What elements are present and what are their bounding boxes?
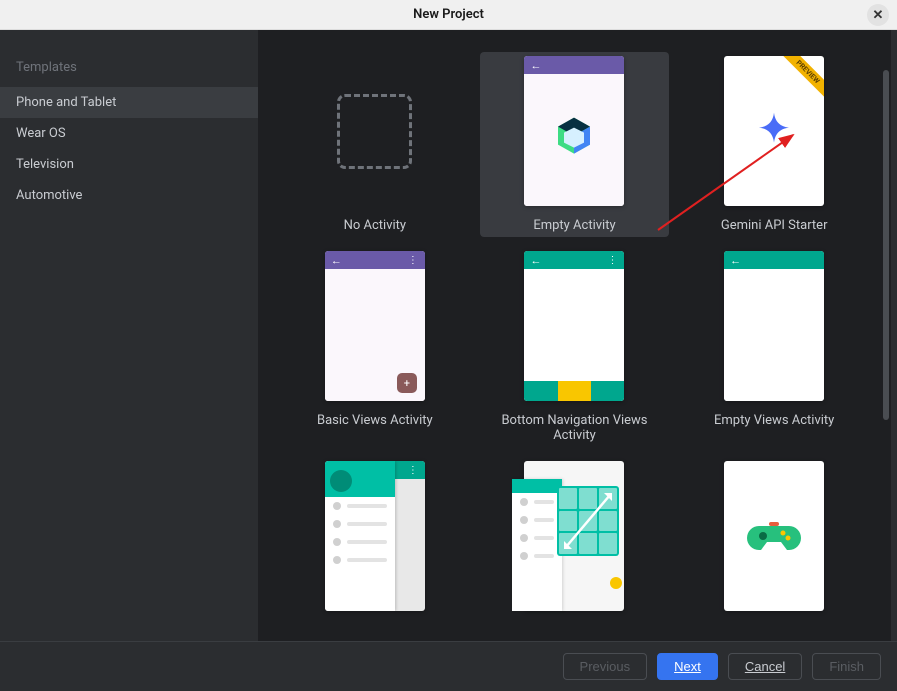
list-item xyxy=(325,551,395,569)
thumb-body xyxy=(524,74,624,206)
sidebar-item-label: Television xyxy=(16,157,74,172)
list-item xyxy=(325,497,395,515)
sidebar-item-wear-os[interactable]: Wear OS xyxy=(0,118,258,149)
sidebar-item-label: Phone and Tablet xyxy=(16,95,116,110)
template-label: Empty Activity xyxy=(533,218,615,233)
thumb-body xyxy=(524,269,624,401)
cancel-button[interactable]: Cancel xyxy=(728,653,802,680)
drawer-panel-icon xyxy=(325,461,395,611)
gamepad-icon xyxy=(747,518,801,554)
template-basic-views-activity[interactable]: ← ⋮ + Basic Views Activity xyxy=(280,247,470,447)
back-arrow-icon: ← xyxy=(530,59,541,72)
template-label: Bottom Navigation Views Activity xyxy=(484,413,666,443)
appbar-icon: ← ⋮ xyxy=(325,251,425,269)
template-empty-views-activity[interactable]: ← Empty Views Activity xyxy=(679,247,869,447)
sidebar-item-phone-tablet[interactable]: Phone and Tablet xyxy=(0,87,258,118)
next-button[interactable]: Next xyxy=(657,653,718,680)
template-game-activity[interactable] xyxy=(679,457,869,615)
template-grid-container: No Activity ← xyxy=(258,30,897,641)
close-button[interactable]: ✕ xyxy=(867,4,889,26)
close-icon: ✕ xyxy=(873,8,884,23)
sidebar-item-label: Automotive xyxy=(16,188,82,203)
template-label: Empty Views Activity xyxy=(714,413,834,428)
template-gemini-api-starter[interactable]: PREVIEW Gemini API Starter xyxy=(679,52,869,237)
template-thumb xyxy=(524,461,624,611)
list-item xyxy=(325,515,395,533)
scrollbar-thumb[interactable] xyxy=(883,70,889,420)
template-thumb: PREVIEW xyxy=(724,56,824,206)
template-label: Gemini API Starter xyxy=(721,218,828,233)
dashed-box-icon xyxy=(337,94,412,169)
gemini-star-icon xyxy=(757,111,791,145)
template-thumb: ← ⋮ + xyxy=(325,251,425,401)
sidebar-item-television[interactable]: Television xyxy=(0,149,258,180)
template-label: Basic Views Activity xyxy=(317,413,433,428)
template-thumb xyxy=(724,461,824,611)
previous-button: Previous xyxy=(563,653,648,680)
drawer-header-icon xyxy=(325,461,395,497)
thumb-body xyxy=(724,269,824,401)
template-empty-activity[interactable]: ← Empty Activity xyxy=(480,52,670,237)
template-bottom-navigation-views-activity[interactable]: ← ⋮ Bottom Navigation Views Activity xyxy=(480,247,670,447)
grid-panel-icon xyxy=(557,486,619,556)
title-bar: New Project ✕ xyxy=(0,0,897,30)
sidebar-item-automotive[interactable]: Automotive xyxy=(0,180,258,211)
template-thumb xyxy=(325,56,425,206)
footer-buttons: Previous Next Cancel Finish xyxy=(0,641,897,691)
template-thumb: ← xyxy=(524,56,624,206)
overflow-menu-icon: ⋮ xyxy=(408,465,419,476)
back-arrow-icon: ← xyxy=(530,254,541,267)
list-panel-icon xyxy=(512,479,562,611)
template-grid: No Activity ← xyxy=(258,30,891,637)
template-thumb: ← ⋮ xyxy=(524,251,624,401)
template-navigation-drawer-views-activity[interactable]: ⋮ xyxy=(280,457,470,615)
template-thumb: ⋮ xyxy=(325,461,425,611)
sidebar-header: Templates xyxy=(0,48,258,87)
preview-badge: PREVIEW xyxy=(778,56,824,101)
avatar-icon xyxy=(330,470,352,492)
compose-logo-icon xyxy=(552,114,596,158)
overflow-menu-icon: ⋮ xyxy=(607,255,618,266)
thumb-body: + xyxy=(325,269,425,401)
sidebar: Templates Phone and Tablet Wear OS Telev… xyxy=(0,30,258,641)
finish-button: Finish xyxy=(812,653,881,680)
overflow-menu-icon: ⋮ xyxy=(408,255,419,266)
list-item xyxy=(325,533,395,551)
template-thumb: ← xyxy=(724,251,824,401)
back-arrow-icon: ← xyxy=(331,254,342,267)
appbar-icon: ← xyxy=(524,56,624,74)
template-label: No Activity xyxy=(344,218,406,233)
appbar-icon: ← xyxy=(724,251,824,269)
template-responsive-views-activity[interactable] xyxy=(480,457,670,615)
back-arrow-icon: ← xyxy=(730,254,741,267)
yellow-dot-icon xyxy=(610,577,622,589)
main-area: Templates Phone and Tablet Wear OS Telev… xyxy=(0,30,897,641)
sidebar-item-label: Wear OS xyxy=(16,126,66,141)
bottom-nav-icon xyxy=(524,381,624,401)
template-no-activity[interactable]: No Activity xyxy=(280,52,470,237)
fab-icon: + xyxy=(397,373,417,393)
window-title: New Project xyxy=(413,7,484,22)
appbar-icon: ← ⋮ xyxy=(524,251,624,269)
scrollbar[interactable] xyxy=(883,70,889,470)
